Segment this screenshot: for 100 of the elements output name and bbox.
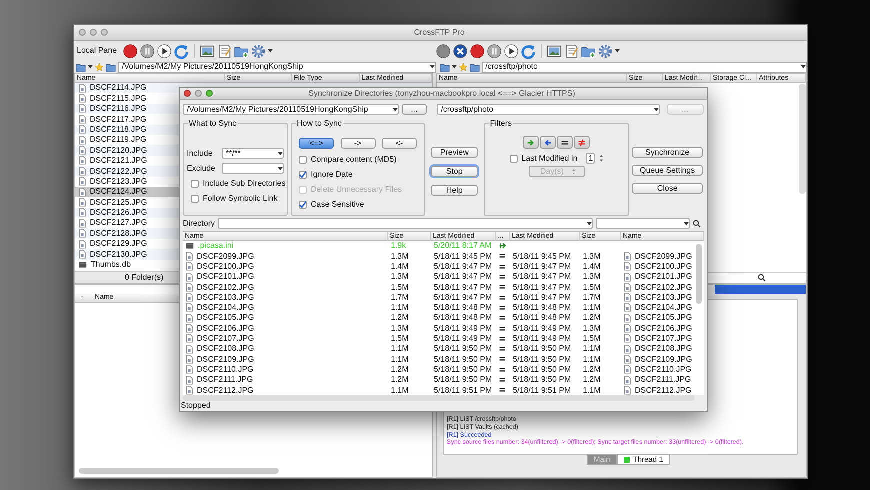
checkbox-label: Case Sensitive (311, 200, 364, 210)
table-cell: 5/18/11 9:50 PM (434, 344, 492, 354)
table-cell: 1.5M (583, 334, 601, 344)
checkbox-label: Delete Unnecessary Files (311, 184, 402, 194)
table-cell: 5/18/11 9:49 PM (434, 324, 492, 334)
table-cell: 5/18/11 9:45 PM (434, 252, 492, 262)
file-name: Thumbs.db (91, 260, 132, 270)
checkbox-label: Include Sub Directories (203, 178, 286, 188)
table-cell: 1.2M (391, 364, 409, 374)
file-name: DSCF2125.JPG (90, 198, 148, 208)
table-cell: 1.2M (583, 313, 601, 324)
table-cell: 5/18/11 9:47 PM (513, 272, 572, 282)
table-cell: 5/18/11 9:50 PM (434, 375, 492, 385)
file-name: DSCF2110.JPG (197, 364, 254, 374)
file-name: DSCF2107.JPG (197, 334, 254, 344)
table-cell: 1.7M (391, 292, 409, 302)
file-name: DSCF2103.JPG (197, 292, 254, 302)
file-name: DSCF2114.JPG (90, 83, 147, 93)
table-cell: 5/18/11 9:49 PM (513, 334, 572, 344)
table-cell: 5/18/11 9:47 PM (434, 272, 492, 282)
table-cell: 1.3M (583, 272, 601, 282)
file-name: DSCF2105.JPG (635, 313, 692, 324)
file-name: DSCF2112.JPG (197, 386, 254, 396)
file-name: DSCF2105.JPG (197, 313, 254, 324)
table-cell: 5/18/11 9:48 PM (513, 303, 572, 313)
file-name: DSCF2111.JPG (635, 375, 692, 385)
file-name: DSCF2112.JPG (635, 386, 692, 396)
file-name: DSCF2102.JPG (197, 282, 254, 292)
table-cell: 1.2M (583, 375, 601, 385)
file-name: DSCF2110.JPG (635, 364, 692, 374)
table-cell: 5/18/11 9:51 PM (513, 386, 572, 396)
table-cell: 1.1M (391, 354, 409, 364)
file-name: DSCF2108.JPG (197, 344, 254, 354)
table-cell: 5/18/11 9:45 PM (513, 252, 572, 262)
table-cell: 1.5M (391, 282, 409, 292)
table-cell: 1.5M (583, 282, 601, 292)
table-cell: 5/18/11 9:51 PM (434, 386, 492, 396)
checkbox-label: Follow Symbolic Link (203, 194, 278, 204)
table-cell: 1.1M (391, 344, 409, 354)
table-cell: 1.2M (583, 364, 601, 374)
file-name: DSCF2107.JPG (635, 334, 692, 344)
table-cell: 5/18/11 9:47 PM (513, 292, 572, 302)
file-name: DSCF2120.JPG (90, 146, 148, 156)
file-name: DSCF2101.JPG (635, 272, 692, 282)
file-name: DSCF2106.JPG (197, 324, 254, 334)
group-title: Filters (489, 119, 514, 129)
table-cell: 5/18/11 9:50 PM (434, 364, 492, 374)
table-cell: 1.3M (391, 324, 409, 334)
file-name: DSCF2130.JPG (90, 250, 148, 260)
table-cell: 5/18/11 9:50 PM (513, 344, 572, 354)
table-cell: 1.1M (583, 354, 601, 364)
file-name: DSCF2129.JPG (90, 239, 148, 249)
table-cell: 5/18/11 9:47 PM (434, 292, 492, 302)
file-name: DSCF2101.JPG (197, 272, 254, 282)
group-title: How to Sync (296, 119, 343, 129)
file-name: DSCF2123.JPG (90, 176, 148, 186)
table-cell: 5/18/11 9:50 PM (513, 375, 572, 385)
file-name: DSCF2099.JPG (635, 252, 692, 262)
table-cell: 1.2M (391, 313, 409, 324)
file-name: DSCF2116.JPG (90, 104, 147, 114)
table-cell: 1.2M (391, 375, 409, 385)
file-name: DSCF2111.JPG (197, 375, 254, 385)
file-name: DSCF2104.JPG (635, 303, 692, 313)
field-label: Include (187, 148, 213, 158)
table-cell: 1.3M (583, 324, 601, 334)
table-cell: 1.1M (391, 386, 409, 396)
dialog-title: Synchronize Directories (tonyzhou-macbookpro.local <==> Glacier HTTPS) (308, 88, 576, 98)
table-cell: 5/18/11 9:48 PM (434, 313, 492, 324)
file-name: DSCF2109.JPG (197, 354, 254, 364)
file-name: DSCF2103.JPG (635, 292, 692, 302)
field-label: Directory (183, 218, 216, 228)
table-cell: 5/18/11 9:50 PM (513, 364, 572, 374)
file-name: DSCF2102.JPG (635, 282, 692, 292)
table-cell: 5/18/11 9:47 PM (513, 282, 572, 292)
table-cell: 5/18/11 9:49 PM (513, 324, 572, 334)
file-name: DSCF2121.JPG (90, 156, 148, 166)
file-name: .picasa.ini (198, 241, 234, 251)
pane-label: Local Pane (77, 46, 118, 56)
field-label: Exclude (187, 164, 216, 174)
file-name: DSCF2115.JPG (90, 94, 147, 104)
table-cell: 5/18/11 9:48 PM (434, 303, 492, 313)
table-cell: 1.4M (391, 262, 409, 272)
file-name: DSCF2100.JPG (635, 262, 692, 272)
checkbox-label: Ignore Date (311, 170, 353, 180)
file-name: DSCF2122.JPG (90, 166, 148, 176)
table-cell: 5/20/11 8:17 AM (434, 241, 492, 251)
file-name: DSCF2118.JPG (90, 124, 147, 135)
table-cell: 1.7M (583, 292, 601, 302)
table-cell: 1.1M (391, 303, 409, 313)
file-name: DSCF2127.JPG (90, 218, 148, 228)
table-cell: 5/18/11 9:50 PM (434, 354, 492, 364)
file-name: DSCF2099.JPG (197, 252, 254, 262)
table-cell: 1.9k (391, 241, 406, 251)
table-cell: 5/18/11 9:47 PM (434, 262, 492, 272)
file-name: DSCF2126.JPG (90, 208, 148, 218)
table-cell: 1.1M (583, 344, 601, 354)
table-cell: 5/18/11 9:47 PM (434, 282, 492, 292)
status-text: Stopped (181, 401, 211, 410)
file-name: DSCF2106.JPG (635, 324, 692, 334)
checkbox-label: Last Modified in (522, 154, 578, 164)
